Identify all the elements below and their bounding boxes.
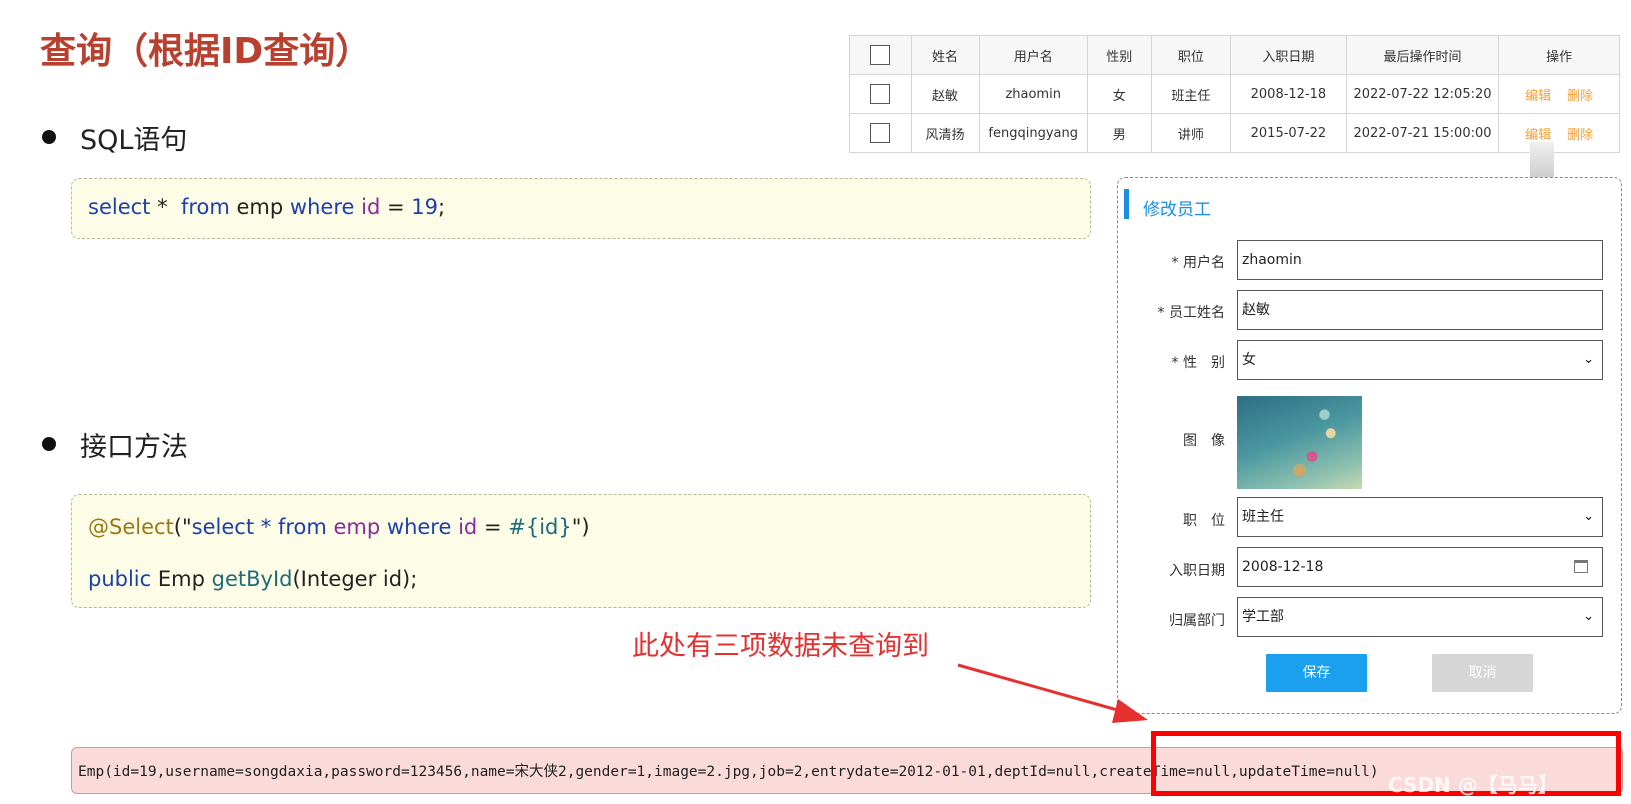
dept-select[interactable]: 学工部 ⌄	[1237, 597, 1603, 637]
api-method-line: public Emp getById(Integer id);	[88, 567, 418, 591]
edit-link[interactable]: 编辑	[1525, 89, 1551, 104]
table-header-row: 姓名 用户名 性别 职位 入职日期 最后操作时间 操作	[849, 35, 1620, 75]
username-label: * 用户名	[1171, 255, 1225, 271]
column-header: 用户名	[978, 35, 1088, 75]
annotation-text: 此处有三项数据未查询到	[632, 631, 929, 662]
cell-updated-time: 2022-07-21 15:00:00	[1345, 113, 1500, 153]
calendar-icon[interactable]	[1574, 560, 1588, 573]
cell-gender: 男	[1086, 113, 1152, 153]
api-annotation-line: @Select("select * from emp where id = #{…	[88, 515, 590, 539]
cell-job: 班主任	[1150, 74, 1232, 114]
dept-select-value: 学工部	[1242, 609, 1284, 625]
job-label: 职 位	[1183, 513, 1225, 529]
cell-username: fengqingyang	[978, 113, 1088, 153]
row-checkbox[interactable]	[870, 84, 891, 104]
table-row: 风清扬 fengqingyang 男 讲师 2015-07-22 2022-07…	[849, 113, 1620, 153]
column-header: 最后操作时间	[1345, 35, 1500, 75]
chevron-down-icon: ⌄	[1583, 352, 1594, 367]
cell-job: 讲师	[1150, 113, 1232, 153]
slide-title: 查询（根据ID查询）	[40, 31, 372, 72]
select-all-checkbox-cell	[849, 35, 912, 75]
bullet-dot	[42, 437, 56, 451]
sql-code-box: select * from emp where id = 19;	[71, 178, 1091, 239]
gender-label: * 性 别	[1171, 355, 1225, 371]
cell-updated-time: 2022-07-22 12:05:20	[1345, 74, 1500, 114]
column-header: 操作	[1498, 35, 1620, 75]
avatar-image[interactable]	[1237, 396, 1362, 489]
gender-select-value: 女	[1242, 352, 1256, 368]
job-select-value: 班主任	[1242, 509, 1284, 525]
api-code-box: @Select("select * from emp where id = #{…	[71, 494, 1091, 608]
entry-date-value: 2008-12-18	[1242, 559, 1324, 575]
bullet-api-label: 接口方法	[80, 432, 188, 463]
column-header: 职位	[1150, 35, 1232, 75]
column-header: 性别	[1086, 35, 1152, 75]
username-input[interactable]: zhaomin	[1237, 240, 1603, 280]
save-button[interactable]: 保存	[1266, 654, 1367, 692]
dept-label: 归属部门	[1169, 613, 1225, 629]
column-header: 入职日期	[1230, 35, 1347, 75]
image-label: 图 像	[1183, 433, 1225, 449]
entry-date-label: 入职日期	[1169, 563, 1225, 579]
delete-link[interactable]: 删除	[1567, 89, 1593, 104]
table-row: 赵敏 zhaomin 女 班主任 2008-12-18 2022-07-22 1…	[849, 74, 1620, 114]
watermark: CSDN @【马马】	[1388, 773, 1558, 797]
sql-code-line: select * from emp where id = 19;	[88, 195, 446, 219]
dialog-title-accent	[1124, 189, 1129, 219]
delete-link[interactable]: 删除	[1567, 128, 1593, 143]
annotation-arrow	[957, 663, 1148, 723]
select-all-checkbox[interactable]	[870, 45, 891, 65]
bullet-sql-label: SQL语句	[80, 125, 188, 156]
bullet-dot	[42, 130, 56, 144]
cancel-button[interactable]: 取消	[1432, 654, 1533, 692]
column-header: 姓名	[910, 35, 980, 75]
job-select[interactable]: 班主任 ⌄	[1237, 497, 1603, 537]
name-label: * 员工姓名	[1157, 305, 1225, 321]
chevron-down-icon: ⌄	[1583, 509, 1594, 524]
dialog-title: 修改员工	[1143, 200, 1211, 220]
cell-actions: 编辑 删除	[1498, 74, 1620, 114]
cell-gender: 女	[1086, 74, 1152, 114]
cell-entry-date: 2015-07-22	[1230, 113, 1347, 153]
cell-actions: 编辑 删除	[1498, 113, 1620, 153]
cell-name: 赵敏	[910, 74, 980, 114]
chevron-down-icon: ⌄	[1583, 609, 1594, 624]
edit-link[interactable]: 编辑	[1525, 128, 1551, 143]
row-checkbox[interactable]	[870, 123, 891, 143]
cell-username: zhaomin	[978, 74, 1088, 114]
entry-date-input[interactable]: 2008-12-18	[1237, 547, 1603, 587]
gender-select[interactable]: 女 ⌄	[1237, 340, 1603, 380]
cell-entry-date: 2008-12-18	[1230, 74, 1347, 114]
cell-name: 风清扬	[910, 113, 980, 153]
name-input[interactable]: 赵敏	[1237, 290, 1603, 330]
employee-table: 姓名 用户名 性别 职位 入职日期 最后操作时间 操作 赵敏 zhaomin 女…	[849, 35, 1620, 153]
